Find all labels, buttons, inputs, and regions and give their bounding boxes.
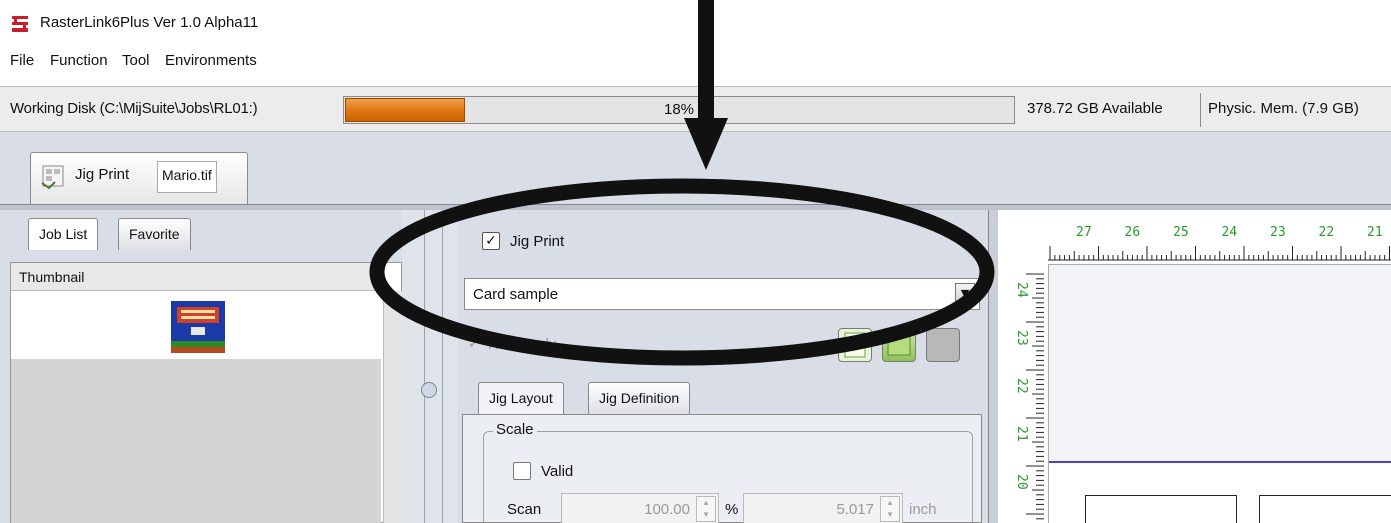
status-divider (1200, 93, 1201, 127)
inch-unit-label: inch (909, 501, 937, 518)
job-tab-strip: Jig Print Mario.tif (0, 132, 1391, 210)
ruler-tick-label: 27 (1076, 225, 1092, 240)
job-row[interactable] (11, 291, 381, 359)
ruler-tick-label: 21 (1367, 225, 1383, 240)
disk-available-text: 378.72 GB Available (1027, 100, 1163, 117)
scan-percent-spinner[interactable]: ▲ ▼ (696, 496, 716, 522)
job-list-scrollbar[interactable] (383, 291, 403, 523)
scale-valid-label: Valid (541, 463, 574, 480)
readonly-checkbox[interactable]: ✓ (468, 336, 480, 352)
menu-file[interactable]: File (10, 52, 34, 69)
scale-valid-checkbox[interactable] (513, 462, 531, 480)
ruler-tick-label: 22 (1319, 225, 1335, 240)
disk-status-bar: Working Disk (C:\MijSuite\Jobs\RL01:) 18… (0, 86, 1391, 132)
disk-usage-progress: 18% (343, 96, 1015, 124)
new-jig-button[interactable] (838, 328, 872, 362)
tab-jig-layout[interactable]: Jig Layout (478, 382, 564, 414)
jig-print-icon (41, 165, 64, 190)
ruler-tick-label: 23 (1270, 225, 1286, 240)
jig-slot[interactable] (1259, 495, 1391, 523)
percent-unit-label: % (725, 501, 739, 518)
scan-percent-field[interactable]: 100.00 ▲ ▼ (561, 493, 719, 523)
jig-layout-pane: Scale Valid Scan 100.00 ▲ ▼ % 5.017 ▲ ▼ in… (462, 414, 982, 523)
readonly-label: Read-only (488, 336, 557, 353)
scan-label: Scan (507, 501, 542, 518)
jig-template-select[interactable]: Card sample ▼ (464, 278, 980, 310)
panel-splitter[interactable] (402, 210, 458, 523)
scan-percent-value: 100.00 (644, 501, 690, 518)
menu-environments[interactable]: Environments (165, 52, 257, 69)
jig-preview-canvas[interactable] (1048, 264, 1391, 523)
job-tab-jig-print[interactable]: Jig Print Mario.tif (30, 152, 248, 204)
menu-tool[interactable]: Tool (122, 52, 150, 69)
jig-print-checkbox-label: Jig Print (510, 233, 565, 250)
scan-inch-value: 5.017 (836, 501, 874, 518)
splitter-line (442, 210, 443, 523)
splitter-handle[interactable] (421, 382, 437, 398)
ruler-tick-label: 21 (1014, 426, 1029, 442)
scan-inch-field[interactable]: 5.017 ▲ ▼ (743, 493, 903, 523)
ruler-tick-label: 22 (1014, 378, 1029, 394)
thumbnail-column-header: Thumbnail (11, 263, 381, 291)
scan-inch-spinner[interactable]: ▲ ▼ (880, 496, 900, 522)
left-ruler: 242322212019 (1000, 264, 1046, 523)
jig-slot[interactable] (1085, 495, 1237, 523)
working-disk-label: Working Disk (C:\MijSuite\Jobs\RL01:) (10, 100, 258, 117)
preview-divider (988, 210, 998, 523)
ruler-tick-label: 26 (1125, 225, 1141, 240)
top-ruler: 27 26 25 24 23 22 21 (1048, 220, 1391, 264)
preview-background (1049, 265, 1391, 461)
job-thumbnail-image (171, 301, 225, 353)
physical-memory-text: Physic. Mem. (7.9 GB) (1208, 100, 1359, 117)
splitter-line (424, 210, 425, 523)
job-tab-label: Jig Print (75, 166, 130, 183)
job-list-empty-area (11, 359, 381, 523)
tab-jig-definition[interactable]: Jig Definition (588, 382, 691, 414)
jig-template-value: Card sample (473, 286, 559, 303)
edit-jig-button[interactable] (882, 328, 916, 362)
media-edge-line (1049, 461, 1391, 463)
left-panel: Job List Favorite Thumbnail (0, 210, 403, 523)
window-title: RasterLink6Plus Ver 1.0 Alpha11 (40, 14, 259, 31)
ruler-tick-label: 24 (1222, 225, 1238, 240)
jig-print-checkbox[interactable]: ✓ (482, 232, 500, 250)
chevron-down-icon[interactable]: ▼ (955, 283, 975, 305)
disk-usage-percent: 18% (664, 101, 695, 118)
job-list-panel: Thumbnail (10, 262, 403, 523)
job-file-name: Mario.tif (157, 161, 217, 193)
app-logo-icon (12, 16, 28, 32)
title-bar: RasterLink6Plus Ver 1.0 Alpha11 (0, 0, 1391, 46)
tab-favorite[interactable]: Favorite (118, 218, 191, 250)
ruler-tick-label: 23 (1014, 330, 1029, 346)
ruler-tick-label: 20 (1014, 474, 1029, 490)
jig-settings-panel: ✓ Jig Print Card sample ▼ ✓ Read-only Ji… (458, 210, 988, 523)
delete-jig-button[interactable] (926, 328, 960, 362)
tab-job-list[interactable]: Job List (28, 218, 99, 250)
menu-function[interactable]: Function (50, 52, 108, 69)
ruler-tick-label: 24 (1014, 282, 1029, 298)
ruler-tick-label: 25 (1173, 225, 1189, 240)
menu-bar: File Function Tool Environments (0, 46, 1391, 76)
disk-usage-fill (345, 98, 465, 122)
scale-group-title: Scale (493, 421, 537, 438)
edit-jig-icon (887, 334, 911, 356)
new-jig-icon (844, 332, 866, 358)
